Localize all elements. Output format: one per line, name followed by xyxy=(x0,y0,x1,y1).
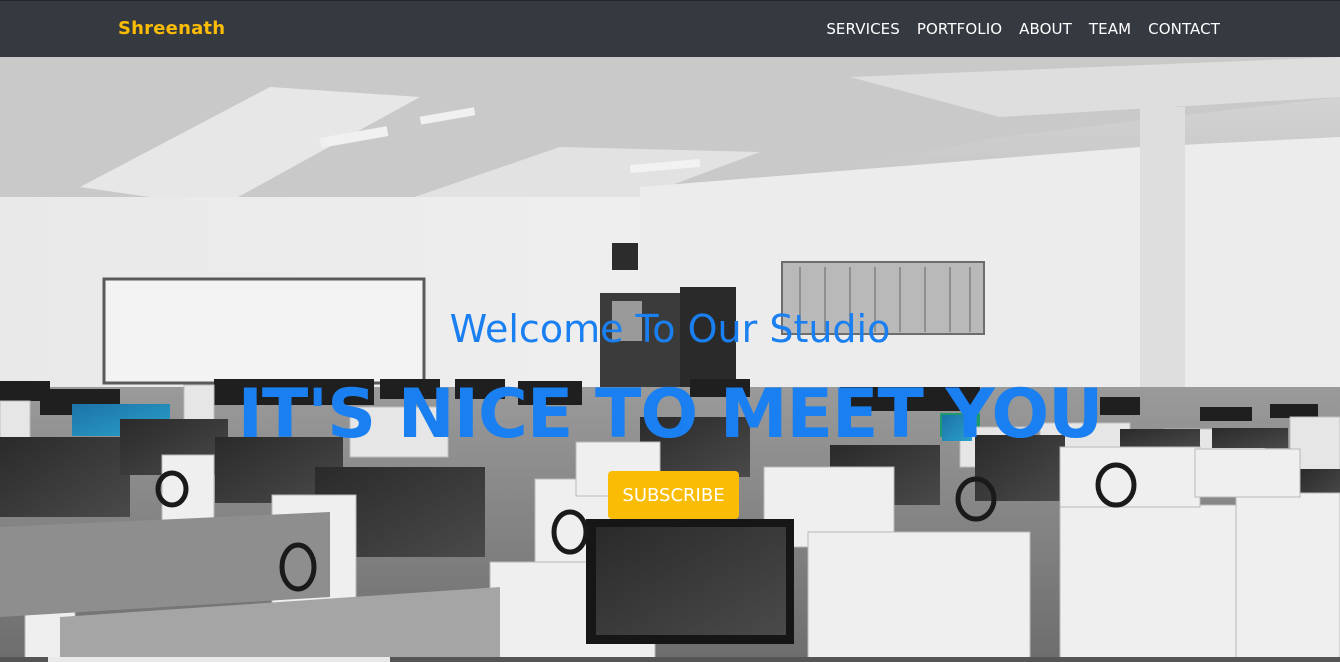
nav-link-services[interactable]: SERVICES xyxy=(826,20,900,38)
hero-content: Welcome To Our Studio IT'S NICE TO MEET … xyxy=(0,57,1340,662)
hero-headline: IT'S NICE TO MEET YOU xyxy=(237,375,1104,454)
hero-welcome-text: Welcome To Our Studio xyxy=(449,307,891,351)
nav-link-team[interactable]: TEAM xyxy=(1089,20,1131,38)
nav-link-about[interactable]: ABOUT xyxy=(1019,20,1072,38)
navbar: Shreenath SERVICES PORTFOLIO ABOUT TEAM … xyxy=(0,0,1340,57)
brand-logo[interactable]: Shreenath xyxy=(118,18,225,39)
nav-link-portfolio[interactable]: PORTFOLIO xyxy=(917,20,1002,38)
nav-links: SERVICES PORTFOLIO ABOUT TEAM CONTACT xyxy=(826,20,1220,38)
subscribe-button[interactable]: SUBSCRIBE xyxy=(608,471,739,519)
nav-link-contact[interactable]: CONTACT xyxy=(1148,20,1220,38)
hero-section: Welcome To Our Studio IT'S NICE TO MEET … xyxy=(0,57,1340,662)
